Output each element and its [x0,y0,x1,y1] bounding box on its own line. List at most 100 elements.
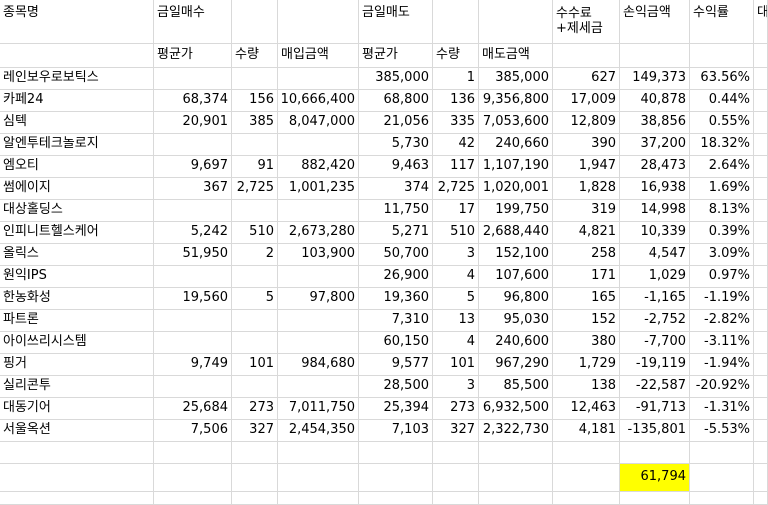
cell-empty[interactable] [754,442,768,464]
cell-rate[interactable]: 1.69% [690,178,754,200]
cell-fee[interactable]: 17,009 [553,90,620,112]
cell-profit[interactable]: -22,587 [620,376,690,398]
cell-name[interactable]: 원익IPS [0,266,154,288]
subheader-cell-sell-qty[interactable]: 수량 [433,44,479,68]
cell-rate[interactable]: 18.32% [690,134,754,156]
cell-buy-qty[interactable]: 327 [232,420,278,442]
cell-fee[interactable]: 4,181 [553,420,620,442]
cell-rate[interactable]: -1.31% [690,398,754,420]
cell-buy-qty[interactable]: 91 [232,156,278,178]
cell-empty[interactable] [690,442,754,464]
cell-extra[interactable] [754,244,768,266]
cell-buy-amt[interactable] [278,68,359,90]
cell-fee[interactable]: 12,463 [553,398,620,420]
cell-sell-amt[interactable]: 1,107,190 [479,156,553,178]
cell-fee[interactable]: 12,809 [553,112,620,134]
cell-empty[interactable] [479,442,553,464]
cell-rate[interactable]: 8.13% [690,200,754,222]
cell-buy-avg[interactable] [154,200,232,222]
cell-name[interactable]: 올릭스 [0,244,154,266]
cell-name[interactable]: 썸에이지 [0,178,154,200]
cell-buy-amt[interactable]: 882,420 [278,156,359,178]
cell-name[interactable]: 레인보우로보틱스 [0,68,154,90]
cell-name[interactable]: 파트론 [0,310,154,332]
cell-buy-avg[interactable]: 68,374 [154,90,232,112]
cell-profit[interactable]: 38,856 [620,112,690,134]
cell-buy-amt[interactable]: 8,047,000 [278,112,359,134]
header-cell-buy[interactable]: 금일매수 [154,0,232,44]
cell-rate[interactable]: 0.44% [690,90,754,112]
cell-profit[interactable]: -2,752 [620,310,690,332]
cell-empty[interactable] [232,491,278,505]
header-cell-empty[interactable] [479,0,553,44]
cell-buy-qty[interactable] [232,376,278,398]
cell-buy-avg[interactable]: 5,242 [154,222,232,244]
cell-name[interactable]: 대상홀딩스 [0,200,154,222]
cell-buy-qty[interactable]: 101 [232,354,278,376]
cell-extra[interactable] [754,376,768,398]
cell-sell-avg[interactable]: 374 [359,178,433,200]
cell-empty[interactable] [433,464,479,492]
cell-empty[interactable] [433,491,479,505]
cell-extra[interactable] [754,354,768,376]
subheader-cell-empty[interactable] [620,44,690,68]
cell-sell-amt[interactable]: 2,688,440 [479,222,553,244]
cell-buy-amt[interactable] [278,376,359,398]
cell-sell-qty[interactable]: 273 [433,398,479,420]
cell-fee[interactable]: 4,821 [553,222,620,244]
cell-buy-amt[interactable]: 103,900 [278,244,359,266]
cell-profit[interactable]: -19,119 [620,354,690,376]
subheader-cell-empty[interactable] [553,44,620,68]
cell-buy-amt[interactable]: 97,800 [278,288,359,310]
cell-rate[interactable]: -1.19% [690,288,754,310]
cell-sell-qty[interactable]: 4 [433,332,479,354]
cell-sell-qty[interactable]: 17 [433,200,479,222]
cell-name[interactable]: 알엔투테크놀로지 [0,134,154,156]
cell-empty[interactable] [154,491,232,505]
cell-sell-amt[interactable]: 96,800 [479,288,553,310]
cell-buy-amt[interactable]: 7,011,750 [278,398,359,420]
cell-sell-qty[interactable]: 4 [433,266,479,288]
cell-empty[interactable] [690,491,754,505]
cell-sell-amt[interactable]: 7,053,600 [479,112,553,134]
cell-fee[interactable]: 152 [553,310,620,332]
cell-sell-qty[interactable]: 42 [433,134,479,156]
cell-name[interactable]: 한농화성 [0,288,154,310]
cell-buy-amt[interactable]: 10,666,400 [278,90,359,112]
cell-buy-avg[interactable] [154,266,232,288]
cell-buy-avg[interactable]: 51,950 [154,244,232,266]
cell-profit[interactable]: 10,339 [620,222,690,244]
cell-fee[interactable]: 171 [553,266,620,288]
cell-empty[interactable] [553,491,620,505]
cell-fee[interactable]: 380 [553,332,620,354]
cell-sell-qty[interactable]: 5 [433,288,479,310]
cell-buy-qty[interactable]: 5 [232,288,278,310]
cell-buy-amt[interactable]: 2,454,350 [278,420,359,442]
cell-sell-qty[interactable]: 136 [433,90,479,112]
cell-sell-amt[interactable]: 1,020,001 [479,178,553,200]
cell-name[interactable]: 핑거 [0,354,154,376]
cell-buy-qty[interactable] [232,332,278,354]
cell-sell-amt[interactable]: 95,030 [479,310,553,332]
cell-profit[interactable]: -91,713 [620,398,690,420]
cell-profit[interactable]: -7,700 [620,332,690,354]
cell-sell-amt[interactable]: 2,322,730 [479,420,553,442]
cell-buy-avg[interactable]: 25,684 [154,398,232,420]
cell-name[interactable]: 심텍 [0,112,154,134]
cell-empty[interactable] [278,442,359,464]
cell-buy-qty[interactable] [232,310,278,332]
cell-sell-qty[interactable]: 327 [433,420,479,442]
cell-sell-qty[interactable]: 13 [433,310,479,332]
cell-name[interactable]: 카페24 [0,90,154,112]
cell-empty[interactable] [0,464,154,492]
cell-sell-qty[interactable]: 2,725 [433,178,479,200]
cell-empty[interactable] [359,491,433,505]
header-cell-name[interactable]: 종목명 [0,0,154,44]
cell-extra[interactable] [754,398,768,420]
cell-rate[interactable]: 2.64% [690,156,754,178]
cell-sell-qty[interactable]: 101 [433,354,479,376]
cell-fee[interactable]: 165 [553,288,620,310]
cell-extra[interactable] [754,134,768,156]
cell-extra[interactable] [754,68,768,90]
subheader-cell-empty[interactable] [0,44,154,68]
